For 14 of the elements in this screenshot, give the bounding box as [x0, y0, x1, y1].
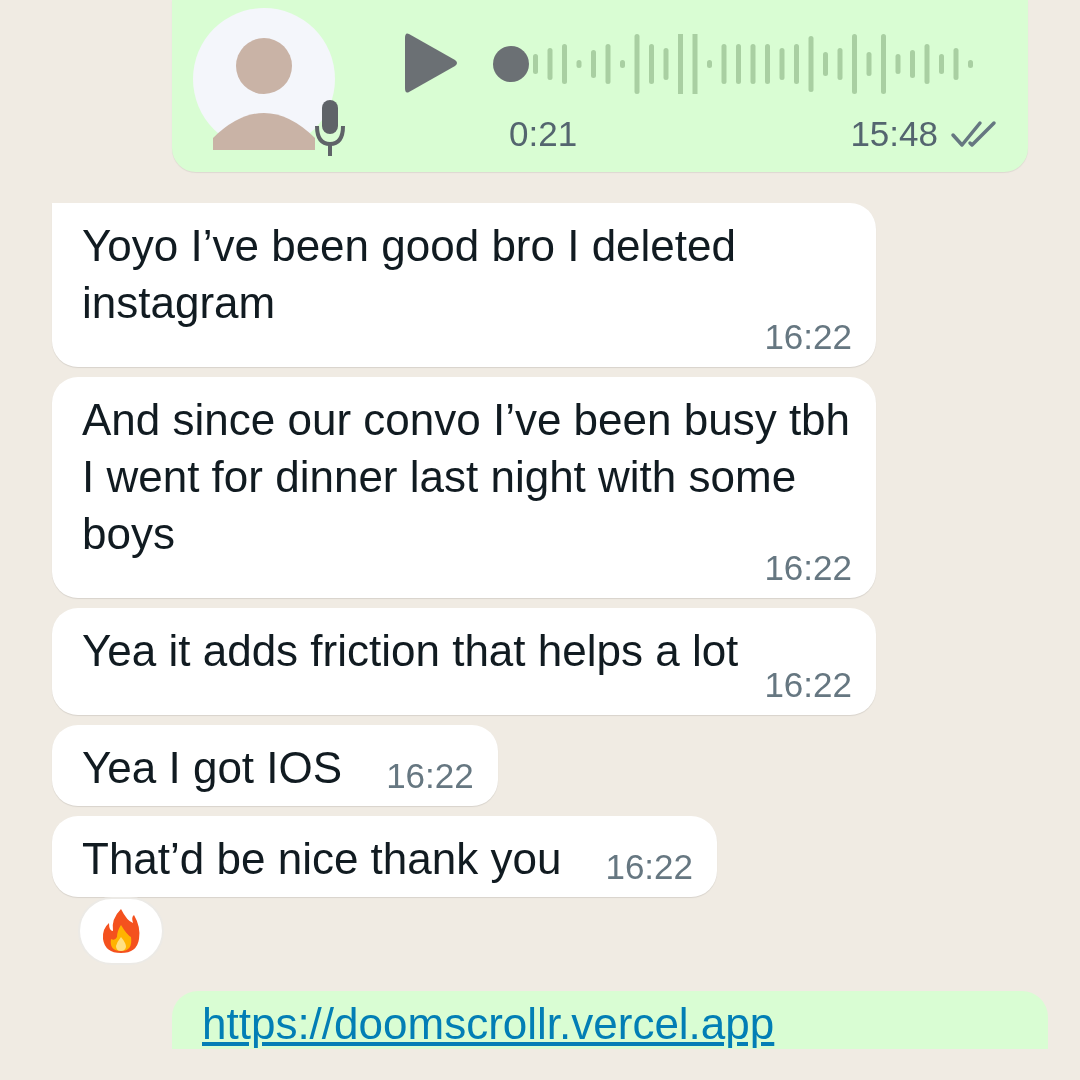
link[interactable]: https://doomscrollr.vercel.app: [202, 999, 775, 1048]
message-text: That’d be nice thank you: [82, 833, 562, 885]
message-text: Yea it adds friction that helps a lot: [82, 625, 739, 677]
timestamp: 16:22: [604, 847, 694, 887]
microphone-icon: [315, 98, 345, 158]
timestamp: 16:22: [763, 665, 852, 705]
timestamp: 16:22: [763, 548, 852, 588]
message-text: Yoyo I’ve been good bro I deleted instagram: [82, 220, 737, 329]
fire-icon: [101, 907, 141, 955]
timestamp: 16:22: [385, 756, 474, 796]
voice-duration: 0:21: [509, 114, 578, 154]
timestamp: 15:48: [850, 114, 938, 154]
timestamp: 16:22: [763, 317, 852, 357]
message-text: Yea I got IOS: [82, 742, 343, 794]
